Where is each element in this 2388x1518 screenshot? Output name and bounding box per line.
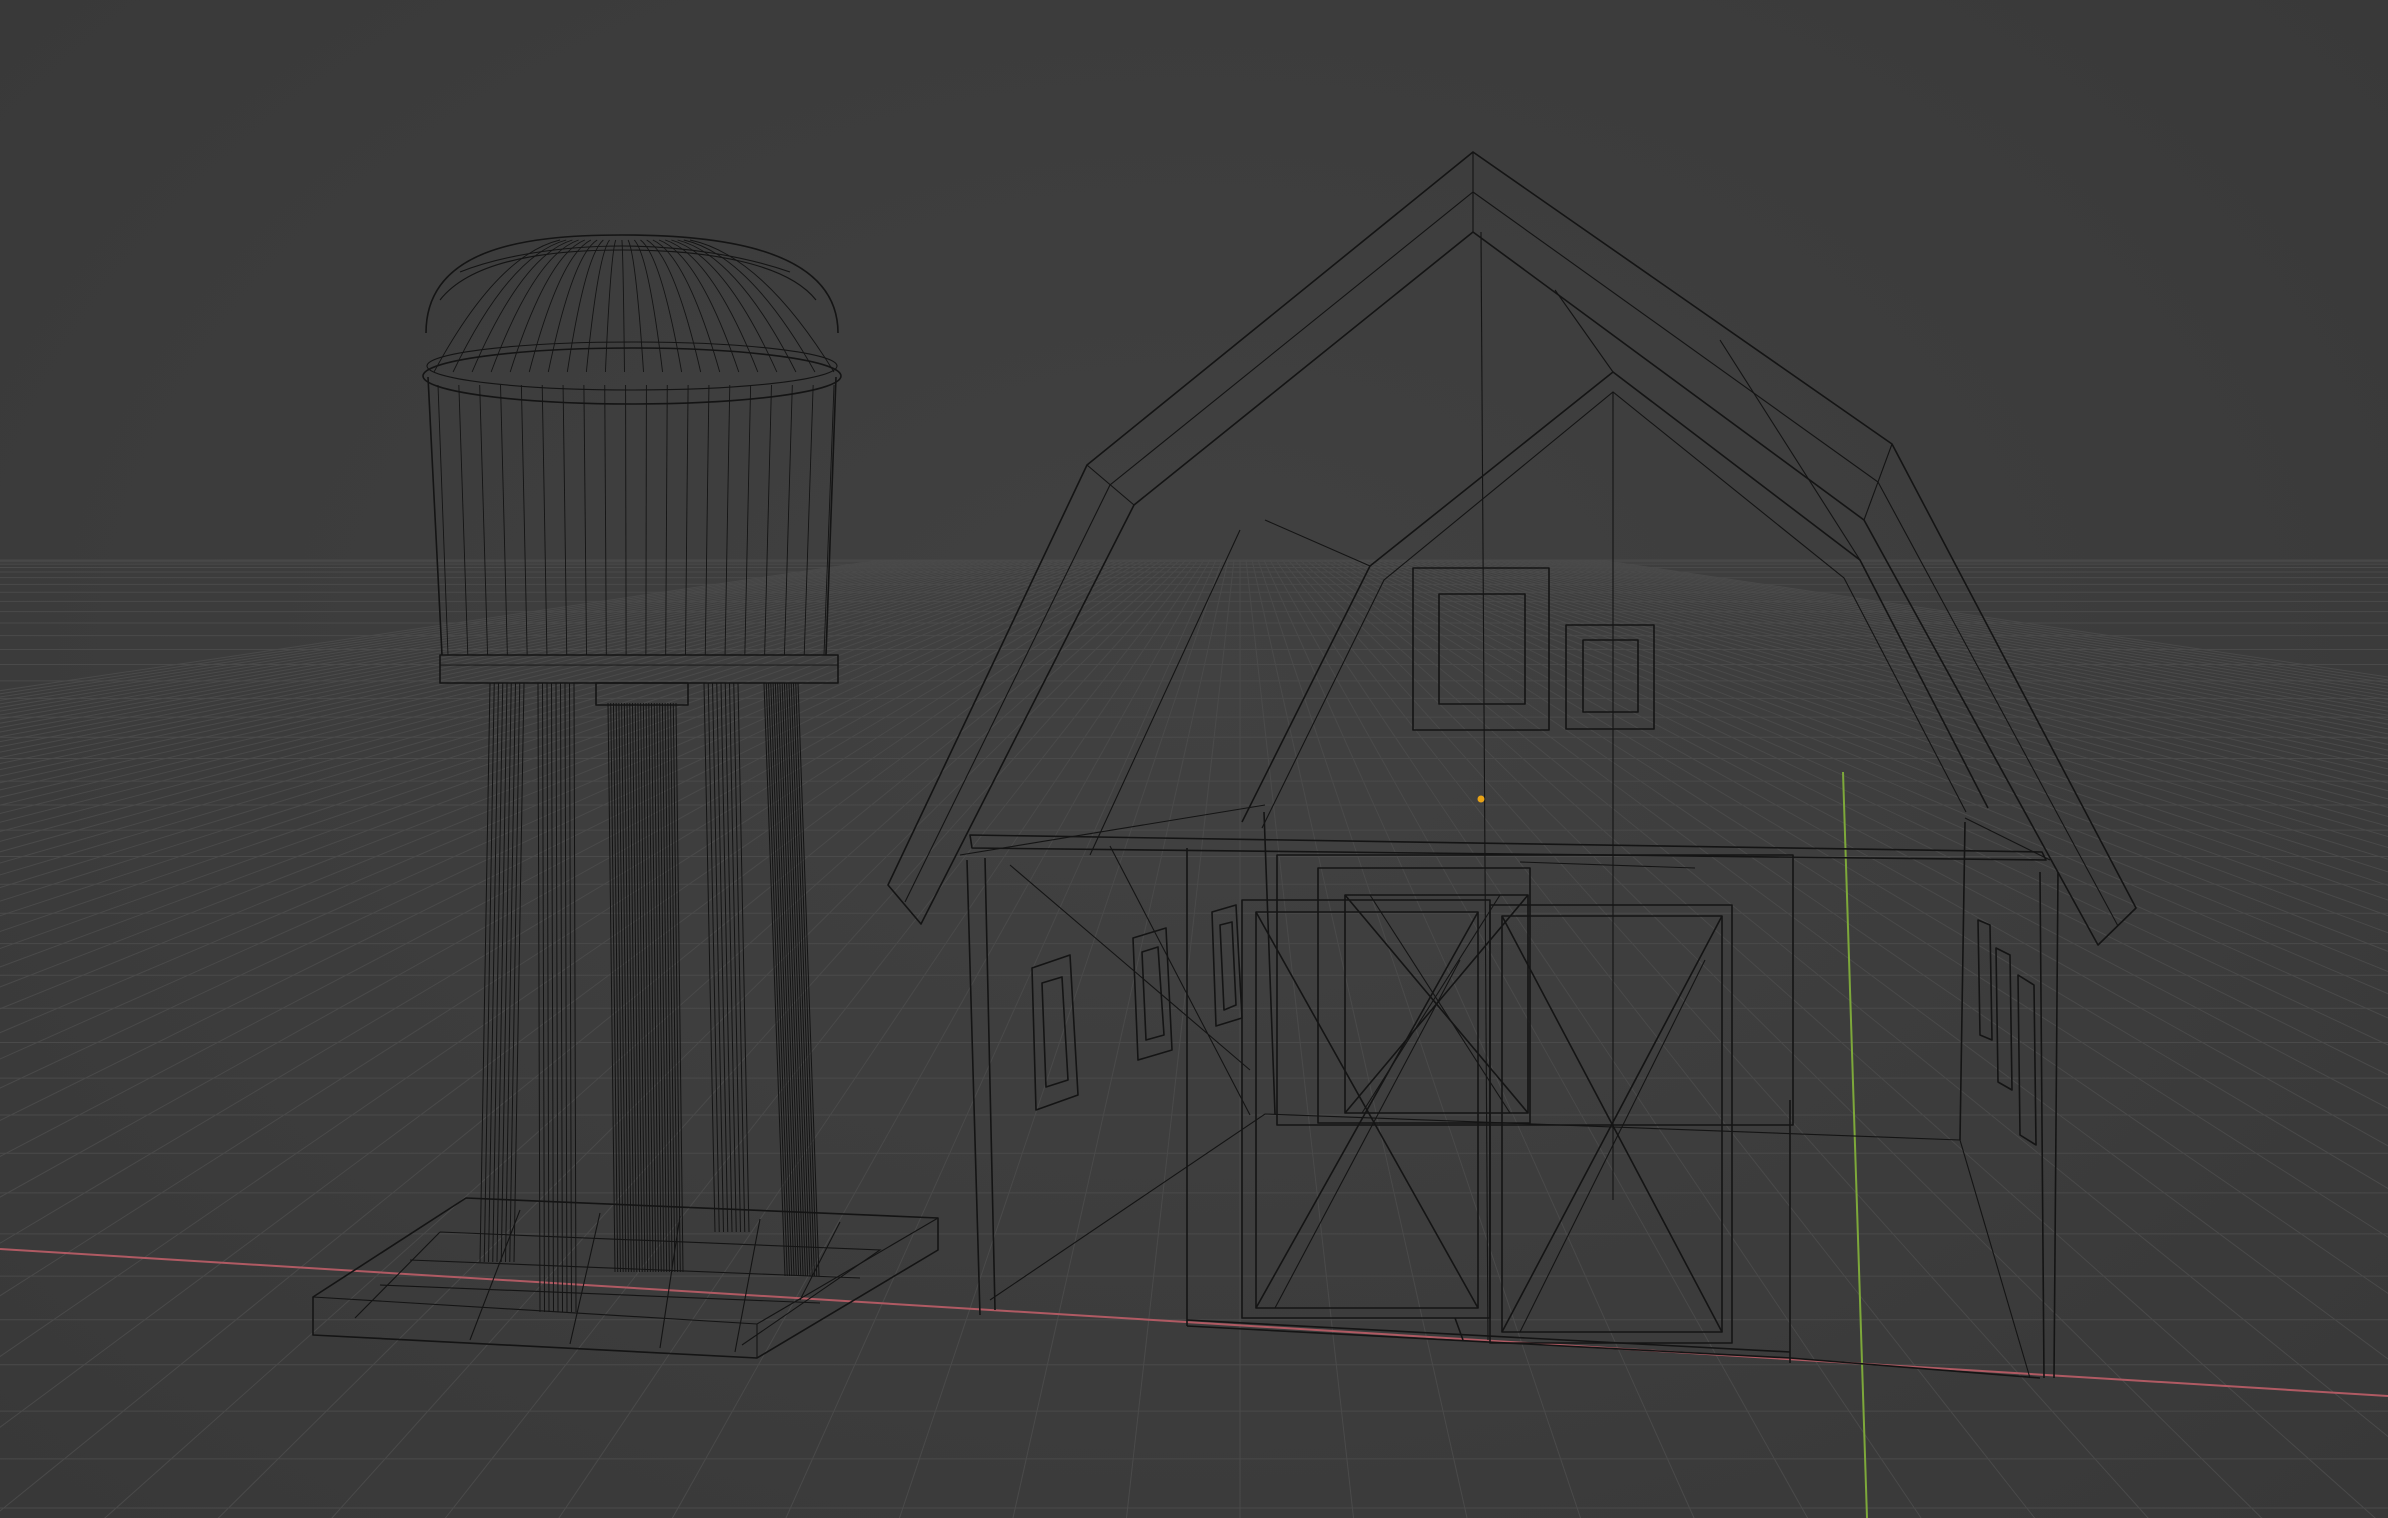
grid-line bbox=[0, 559, 953, 738]
tower-leg-line bbox=[786, 682, 809, 1277]
grid-line bbox=[1257, 559, 1582, 1518]
side-windows bbox=[1031, 904, 2037, 1146]
grid-line bbox=[1491, 559, 2388, 751]
tank-rib-line bbox=[479, 384, 489, 656]
grid-line bbox=[1443, 559, 2388, 808]
tank-rib-line bbox=[604, 384, 607, 656]
grid-line bbox=[1125, 559, 1235, 1518]
grid-line bbox=[0, 559, 1139, 1158]
dome-meridian-line bbox=[621, 239, 625, 373]
tower-leg-line bbox=[573, 682, 577, 1313]
tower-leg-line bbox=[555, 682, 559, 1313]
tower-leg-line bbox=[795, 682, 818, 1277]
tower-legs bbox=[479, 682, 820, 1313]
tower-leg-line bbox=[564, 682, 568, 1313]
tower-leg-line bbox=[509, 682, 521, 1263]
tower-leg-line bbox=[479, 682, 491, 1263]
tower-leg-line bbox=[788, 682, 811, 1277]
dome-meridian-line bbox=[671, 239, 778, 373]
x-axis-line bbox=[0, 1248, 2388, 1397]
grid-line bbox=[1497, 559, 2388, 745]
tower-leg-line bbox=[551, 682, 554, 1313]
grid-line bbox=[1485, 559, 2388, 757]
tank-rib-line bbox=[803, 384, 814, 656]
grid-line bbox=[1389, 559, 2388, 917]
grid-line bbox=[331, 559, 1193, 1518]
grid-line bbox=[1515, 559, 2388, 730]
tower-leg-line bbox=[790, 682, 813, 1277]
grid-line bbox=[1545, 559, 2388, 708]
dome-meridian-line bbox=[658, 239, 740, 373]
tank-rib-line bbox=[458, 384, 469, 656]
tower-leg-line bbox=[783, 682, 806, 1277]
grid-line bbox=[1275, 559, 1922, 1518]
barn-object[interactable] bbox=[887, 151, 2137, 1379]
dome-meridian-line bbox=[652, 239, 721, 373]
tower-leg-line bbox=[492, 682, 504, 1263]
tank-rib-line bbox=[500, 384, 508, 656]
tower-leg-line bbox=[542, 682, 545, 1313]
dome-meridian-line bbox=[640, 239, 683, 373]
grid-line bbox=[1467, 559, 2388, 777]
object-origin-point bbox=[1477, 795, 1485, 803]
3d-viewport[interactable] bbox=[0, 0, 2388, 1518]
grid-line bbox=[0, 559, 1085, 933]
grid-line bbox=[1395, 559, 2388, 901]
grid-line bbox=[1449, 559, 2388, 800]
tower-leg-line bbox=[765, 682, 788, 1277]
tank-rib-line bbox=[625, 384, 627, 656]
dome-meridian-line bbox=[566, 239, 604, 373]
tower-leg-line bbox=[792, 682, 815, 1277]
dome-meridians bbox=[433, 239, 835, 373]
grid-line bbox=[0, 559, 1073, 902]
grid-line bbox=[0, 559, 983, 765]
dome-meridian-line bbox=[547, 239, 598, 373]
water-tower-object[interactable] bbox=[312, 234, 939, 1359]
tower-leg-line bbox=[768, 682, 791, 1277]
grid-line bbox=[1539, 559, 2388, 712]
grid-line bbox=[0, 559, 971, 753]
grid-line bbox=[0, 559, 1007, 791]
tower-leg-line bbox=[500, 682, 512, 1263]
grid-line bbox=[1473, 559, 2388, 770]
tower-leg-line bbox=[513, 682, 525, 1263]
grid-line bbox=[1563, 559, 2388, 697]
grid-line bbox=[0, 559, 959, 743]
dome-meridian-line bbox=[604, 239, 617, 373]
dome-meridian-line bbox=[627, 239, 644, 373]
tower-leg-line bbox=[763, 682, 786, 1277]
tank-rib-line bbox=[665, 384, 668, 656]
grid-line bbox=[0, 559, 1013, 798]
grid-line bbox=[1569, 559, 2388, 694]
tank-rib-line bbox=[541, 384, 548, 656]
grid-line bbox=[0, 559, 1061, 876]
tower-leg-line bbox=[546, 682, 550, 1313]
tank-rib-line bbox=[685, 384, 689, 656]
grid-line bbox=[1575, 559, 2388, 690]
grid-line bbox=[0, 559, 1157, 1297]
grid-line bbox=[1012, 559, 1229, 1518]
scene-canvas[interactable] bbox=[0, 0, 2388, 1518]
tower-leg-line bbox=[772, 682, 795, 1277]
tower-leg-line bbox=[560, 682, 563, 1313]
grid-line bbox=[1413, 559, 2388, 860]
tank-rib-line bbox=[744, 384, 752, 656]
dome-meridian-line bbox=[689, 239, 835, 373]
tower-leg-line bbox=[779, 682, 802, 1277]
tower-leg-line bbox=[777, 682, 800, 1277]
grid-line bbox=[1425, 559, 2388, 838]
tank-rib-line bbox=[645, 384, 647, 656]
tower-leg-line bbox=[488, 682, 499, 1263]
grid-line bbox=[1437, 559, 2388, 818]
grid-line bbox=[0, 559, 1163, 1358]
